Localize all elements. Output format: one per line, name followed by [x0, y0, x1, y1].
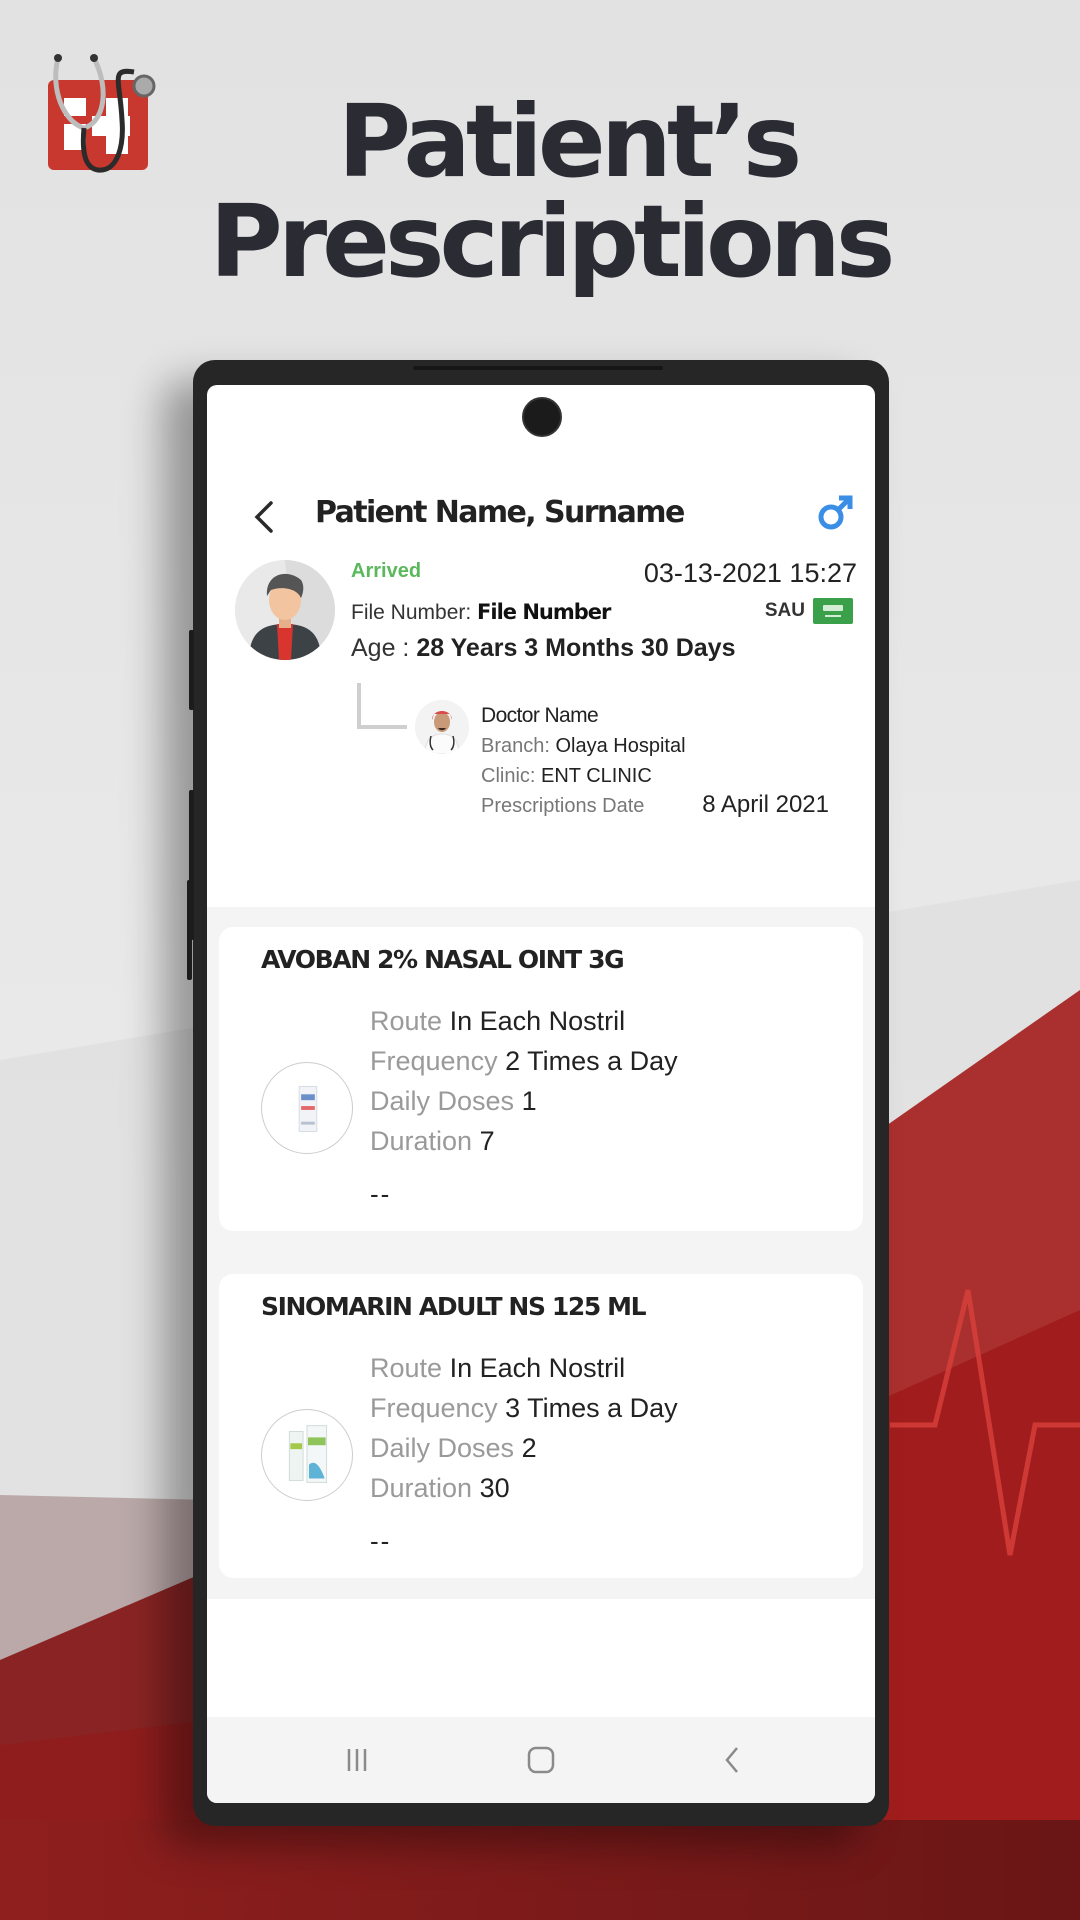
drug-details: Route In Each Nostril Frequency 3 Times … — [370, 1348, 678, 1508]
drug-image — [261, 1062, 353, 1154]
front-camera — [522, 397, 562, 437]
file-number-value: File Number — [477, 600, 611, 624]
frequency-label: Frequency — [370, 1393, 498, 1423]
prescription-list: AVOBAN 2% NASAL OINT 3G Route In Each No… — [207, 907, 875, 1599]
drug-details: Route In Each Nostril Frequency 2 Times … — [370, 1001, 678, 1161]
phone-side-button — [187, 880, 192, 980]
tree-connector — [357, 683, 407, 729]
branch-label: Branch: — [481, 735, 550, 757]
frequency-row: Frequency 3 Times a Day — [370, 1388, 678, 1428]
app-bar: Patient Name, Surname — [207, 485, 875, 545]
recents-icon[interactable] — [337, 1743, 377, 1777]
app-screen: Patient Name, Surname Arrived 03-13-2021… — [207, 385, 875, 1803]
file-number-row: File Number: File Number — [351, 600, 611, 625]
chevron-left-icon[interactable] — [247, 497, 283, 537]
frequency-value: 3 Times a Day — [505, 1393, 678, 1423]
branch-value: Olaya Hospital — [555, 735, 686, 757]
system-navigation-bar — [207, 1717, 875, 1803]
clinic-row: Clinic: ENT CLINIC — [481, 761, 861, 791]
prescription-card[interactable]: AVOBAN 2% NASAL OINT 3G Route In Each No… — [219, 927, 863, 1231]
doctor-name: Doctor Name — [481, 704, 599, 727]
daily-doses-value: 1 — [521, 1086, 537, 1116]
prescription-note: -- — [370, 1179, 392, 1209]
route-value: In Each Nostril — [449, 1353, 626, 1383]
phone-side-button — [189, 630, 194, 710]
branch-row: Branch: Olaya Hospital — [481, 731, 861, 761]
system-back-icon[interactable] — [713, 1743, 753, 1777]
frequency-value: 2 Times a Day — [505, 1046, 678, 1076]
phone-frame: Patient Name, Surname Arrived 03-13-2021… — [187, 360, 889, 1826]
daily-doses-value: 2 — [521, 1433, 537, 1463]
duration-label: Duration — [370, 1473, 473, 1503]
drug-image — [261, 1409, 353, 1501]
route-row: Route In Each Nostril — [370, 1348, 678, 1388]
drug-name: AVOBAN 2% NASAL OINT 3G — [261, 945, 625, 974]
file-number-label: File Number: — [351, 601, 472, 624]
age-label: Age : — [351, 634, 410, 662]
prescription-date-value: 8 April 2021 — [702, 791, 829, 818]
headline-line-2: Prescriptions — [209, 183, 896, 300]
route-value: In Each Nostril — [449, 1006, 626, 1036]
doctor-avatar — [415, 700, 469, 754]
doctor-info: Doctor Name Branch: Olaya Hospital Clini… — [481, 701, 861, 821]
age-row: Age : 28 Years 3 Months 30 Days — [351, 634, 736, 663]
arrival-status: Arrived — [351, 560, 422, 582]
prescription-date-label: Prescriptions Date — [481, 795, 645, 817]
duration-row: Duration 30 — [370, 1468, 678, 1508]
drug-name: SINOMARIN ADULT NS 125 ML — [261, 1292, 647, 1321]
route-label: Route — [370, 1353, 443, 1383]
clinic-label: Clinic: — [481, 765, 536, 787]
prescription-card[interactable]: SINOMARIN ADULT NS 125 ML Route In Each … — [219, 1274, 863, 1578]
patient-name-title: Patient Name, Surname — [315, 495, 685, 530]
phone-speaker — [413, 366, 663, 370]
clinic-value: ENT CLINIC — [541, 765, 652, 787]
route-label: Route — [370, 1006, 443, 1036]
duration-value: 30 — [479, 1473, 510, 1503]
duration-value: 7 — [479, 1126, 495, 1156]
route-row: Route In Each Nostril — [370, 1001, 678, 1041]
home-icon[interactable] — [521, 1743, 561, 1777]
country-code: SAU — [764, 600, 805, 621]
duration-row: Duration 7 — [370, 1121, 678, 1161]
prescription-note: -- — [370, 1526, 392, 1556]
daily-doses-row: Daily Doses 2 — [370, 1428, 678, 1468]
patient-info: Arrived 03-13-2021 15:27 File Number: Fi… — [207, 558, 875, 690]
nationality: SAU — [765, 598, 853, 624]
daily-doses-row: Daily Doses 1 — [370, 1081, 678, 1121]
daily-doses-label: Daily Doses — [370, 1433, 515, 1463]
patient-avatar — [235, 560, 335, 660]
visit-datetime: 03-13-2021 15:27 — [643, 558, 857, 588]
male-symbol-icon — [818, 495, 853, 530]
daily-doses-label: Daily Doses — [370, 1086, 515, 1116]
duration-label: Duration — [370, 1126, 473, 1156]
frequency-label: Frequency — [370, 1046, 498, 1076]
headline-line-1: Patient’s — [337, 83, 803, 200]
promo-headline: Patient’s Prescriptions — [0, 92, 1080, 292]
age-value: 28 Years 3 Months 30 Days — [416, 634, 736, 662]
frequency-row: Frequency 2 Times a Day — [370, 1041, 678, 1081]
prescription-date-row: Prescriptions Date 8 April 2021 — [481, 791, 861, 821]
saudi-flag-icon — [813, 598, 853, 624]
